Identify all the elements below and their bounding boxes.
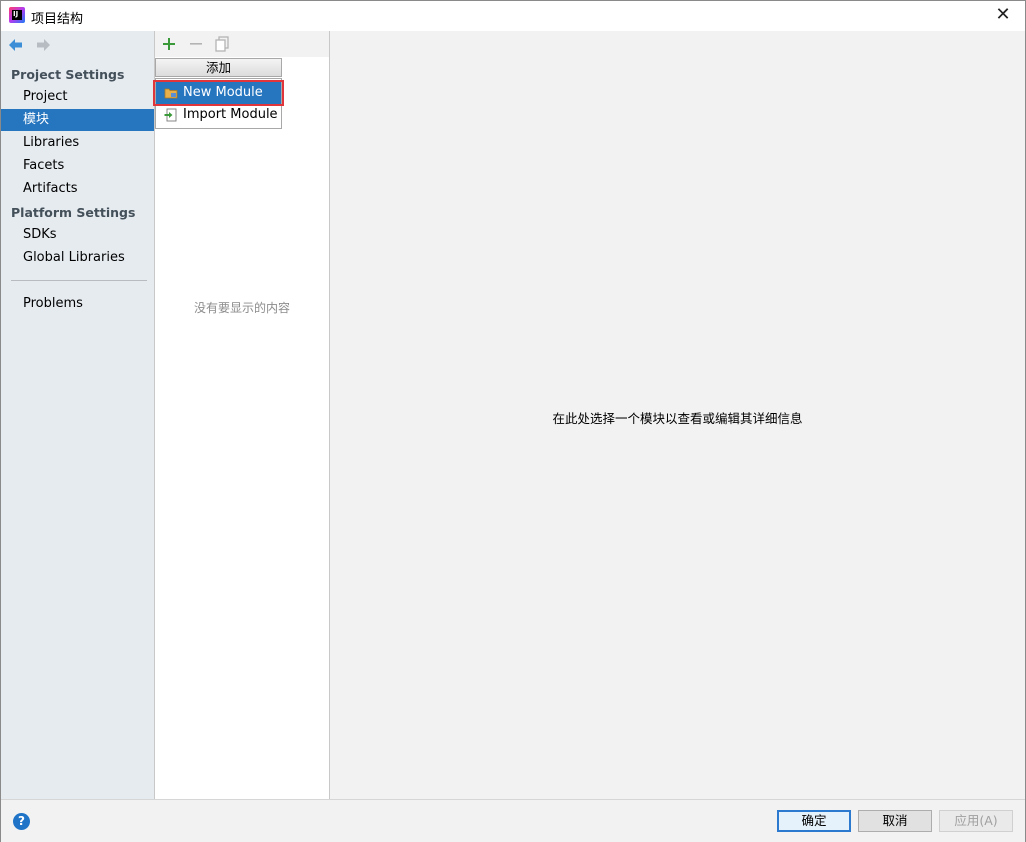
sidebar-item-artifacts[interactable]: Artifacts xyxy=(1,178,154,200)
dialog-footer: ? 确定 取消 应用(A) xyxy=(1,799,1025,842)
intellij-logo-icon: IJ xyxy=(9,7,25,23)
window-title: 项目结构 xyxy=(31,12,84,27)
settings-sidebar: Project Settings Project 模块 Libraries Fa… xyxy=(1,31,155,799)
add-popup-menu: New Module Import Module xyxy=(155,78,282,129)
sidebar-item-modules[interactable]: 模块 xyxy=(1,109,154,131)
back-arrow-icon[interactable] xyxy=(7,37,25,53)
copy-icon[interactable] xyxy=(213,35,231,53)
sidebar-item-problems[interactable]: Problems xyxy=(1,293,154,315)
help-icon[interactable]: ? xyxy=(13,813,30,830)
sidebar-item-global-libraries[interactable]: Global Libraries xyxy=(1,247,154,269)
sidebar-item-libraries[interactable]: Libraries xyxy=(1,132,154,154)
detail-hint-text: 在此处选择一个模块以查看或编辑其详细信息 xyxy=(552,411,803,426)
apply-button[interactable]: 应用(A) xyxy=(939,810,1013,832)
forward-arrow-icon[interactable] xyxy=(34,37,52,53)
add-icon[interactable] xyxy=(160,35,178,53)
import-module-menu-item[interactable]: Import Module xyxy=(156,104,281,126)
new-module-menu-item[interactable]: New Module xyxy=(156,82,281,104)
import-module-icon xyxy=(164,108,177,122)
sidebar-divider xyxy=(11,280,147,281)
module-detail-pane: 在此处选择一个模块以查看或编辑其详细信息 xyxy=(330,31,1025,799)
sidebar-item-project[interactable]: Project xyxy=(1,86,154,108)
sidebar-item-facets[interactable]: Facets xyxy=(1,155,154,177)
ok-button[interactable]: 确定 xyxy=(777,810,851,832)
remove-icon[interactable] xyxy=(187,35,205,53)
module-list-panel: 没有要显示的内容 xyxy=(155,31,330,799)
new-module-label: New Module xyxy=(183,85,263,100)
project-settings-heading: Project Settings xyxy=(11,67,125,82)
platform-settings-heading: Platform Settings xyxy=(11,205,136,220)
logo-text: IJ xyxy=(13,10,19,18)
sidebar-item-sdks[interactable]: SDKs xyxy=(1,224,154,246)
folder-module-icon xyxy=(164,88,178,99)
project-structure-dialog: IJ 项目结构 ✕ Project Settings Project 模块 Li… xyxy=(0,0,1026,842)
title-bar: IJ 项目结构 ✕ xyxy=(1,1,1025,31)
module-toolbar xyxy=(155,31,329,57)
import-module-label: Import Module xyxy=(183,107,278,122)
close-button[interactable]: ✕ xyxy=(983,1,1023,31)
cancel-button[interactable]: 取消 xyxy=(858,810,932,832)
add-popup-header: 添加 xyxy=(155,58,282,77)
empty-state-text: 没有要显示的内容 xyxy=(193,301,290,315)
